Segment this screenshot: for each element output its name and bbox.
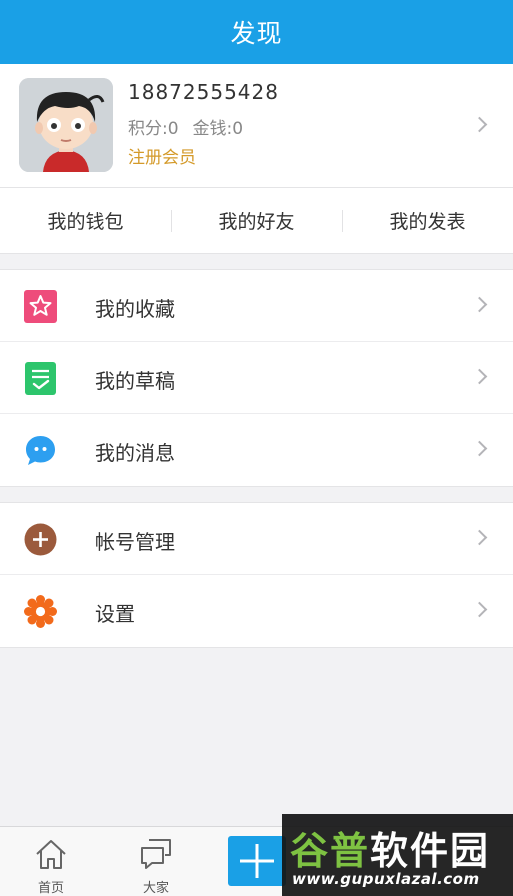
menu-label: 帐号管理 [95, 530, 175, 554]
menu-item-favorites[interactable]: 我的收藏 [0, 270, 513, 342]
friends-link[interactable]: 我的好友 [171, 188, 342, 253]
user-phone: 18872555428 [128, 80, 279, 104]
menu-group-2: 帐号管理 设置 [0, 502, 513, 648]
tab-home[interactable]: 首页 [16, 827, 86, 896]
menu-item-account[interactable]: 帐号管理 [0, 503, 513, 575]
menu-item-settings[interactable]: 设置 [0, 575, 513, 647]
menu-group-1: 我的收藏 我的草稿 我的消息 [0, 269, 513, 487]
account-plus-icon [24, 523, 57, 556]
page-title: 发现 [230, 19, 283, 48]
chevron-right-icon [471, 296, 488, 313]
menu-item-drafts[interactable]: 我的草稿 [0, 342, 513, 414]
tab-home-label: 首页 [37, 881, 64, 896]
quick-links: 我的钱包 我的好友 我的发表 [0, 188, 513, 254]
add-post-button[interactable] [228, 836, 286, 886]
watermark-url: www.gupuxlazal.com [292, 870, 480, 888]
menu-label: 我的消息 [95, 441, 175, 465]
chevron-right-icon [471, 368, 488, 385]
menu-label: 我的草稿 [95, 369, 175, 393]
chevron-right-icon [471, 601, 488, 618]
tab-community-label: 大家 [142, 881, 169, 896]
draft-icon [24, 362, 57, 395]
avatar[interactable] [19, 78, 113, 172]
watermark: 谷普软件园 www.gupuxlazal.com [282, 814, 513, 896]
menu-label: 我的收藏 [95, 297, 175, 321]
plus-icon [238, 842, 276, 884]
points-value: 积分:0 [128, 119, 179, 139]
chat-bubbles-icon [139, 837, 173, 875]
menu-item-messages[interactable]: 我的消息 [0, 414, 513, 486]
menu-label: 设置 [95, 602, 135, 626]
wallet-link[interactable]: 我的钱包 [0, 188, 171, 253]
message-icon [24, 434, 57, 467]
gear-icon [24, 595, 57, 628]
profile-card[interactable]: 18872555428 积分:0 金钱:0 注册会员 [0, 64, 513, 188]
user-stats: 积分:0 金钱:0 [128, 114, 243, 139]
chevron-right-icon [471, 440, 488, 457]
home-icon [34, 837, 68, 875]
star-icon [24, 290, 57, 323]
chevron-right-icon [471, 529, 488, 546]
tab-community[interactable]: 大家 [121, 827, 191, 896]
posts-link[interactable]: 我的发表 [342, 188, 513, 253]
watermark-brand: 谷普软件园 [290, 829, 491, 873]
money-value: 金钱:0 [192, 119, 244, 139]
member-level: 注册会员 [128, 148, 196, 168]
top-nav-bar: 发现 [0, 0, 513, 64]
chevron-right-icon [471, 116, 488, 133]
